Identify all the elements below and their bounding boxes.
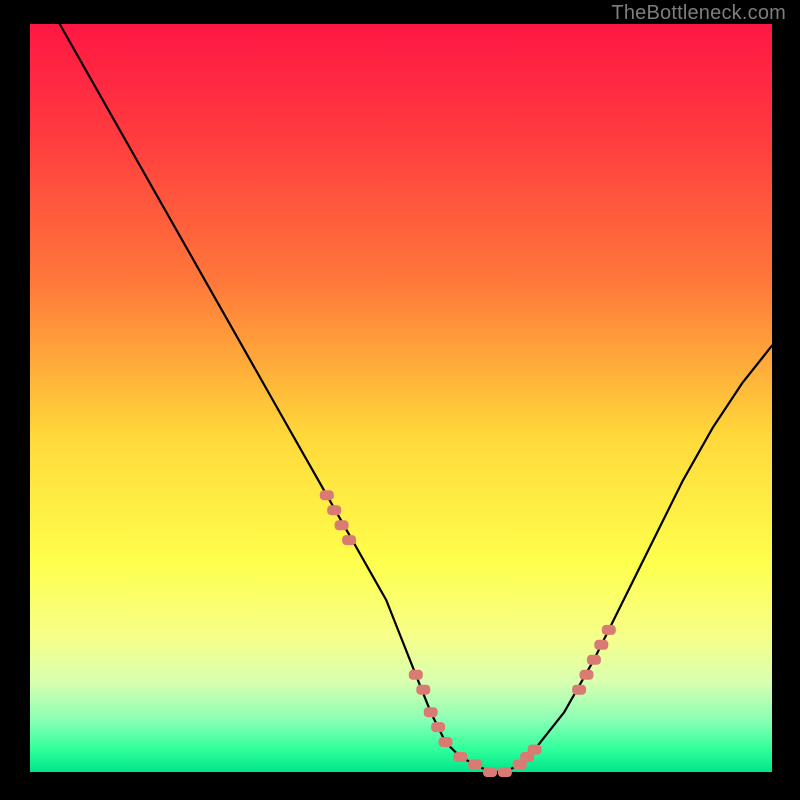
chart-stage: TheBottleneck.com — [0, 0, 800, 800]
bottleneck-chart — [0, 0, 800, 800]
marker-dot — [498, 767, 512, 777]
marker-dot — [587, 655, 601, 665]
marker-dot — [424, 707, 438, 717]
marker-dot — [483, 767, 497, 777]
marker-dot — [409, 670, 423, 680]
marker-dot — [602, 625, 616, 635]
marker-dot — [594, 640, 608, 650]
marker-dot — [327, 505, 341, 515]
marker-dot — [439, 737, 453, 747]
marker-dot — [528, 745, 542, 755]
marker-dot — [572, 685, 586, 695]
marker-dot — [580, 670, 594, 680]
marker-dot — [468, 760, 482, 770]
watermark-text: TheBottleneck.com — [611, 2, 786, 25]
marker-dot — [335, 520, 349, 530]
marker-dot — [431, 722, 445, 732]
marker-dot — [342, 535, 356, 545]
marker-dot — [320, 490, 334, 500]
marker-dot — [453, 752, 467, 762]
marker-dot — [416, 685, 430, 695]
plot-background — [30, 24, 772, 772]
